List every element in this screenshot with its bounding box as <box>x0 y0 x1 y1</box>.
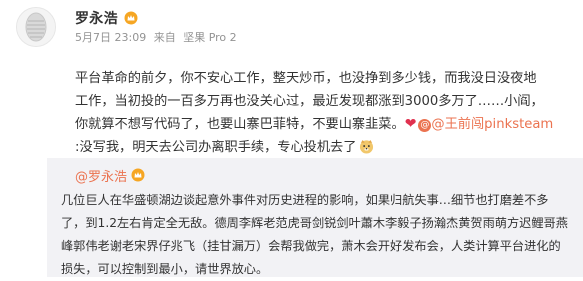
source-prefix: 来自 <box>153 31 176 44</box>
doge-emoji-icon <box>360 139 374 154</box>
heart-emoji-icon: ❤ <box>404 116 417 132</box>
author-row: 罗永浩 <box>75 9 138 27</box>
post-text-segment: 没写我，明天去公司办离职手续，专心投机去了 <box>79 140 357 155</box>
repost-text-line: 损失，可以控制到最小，请世界放心。 <box>61 262 269 276</box>
avatar-image <box>17 8 55 46</box>
post-text-line: 平台革命的前夕，你不安心工作，整天炒币，也没挣到多少钱，而我没日没夜地 <box>75 71 537 86</box>
post-text-line: 你就算不想写代码了，也要山寨巴菲特，不要山寨韭菜。❤ @ @王前闯pinksteam <box>75 113 575 136</box>
vip-crown-badge-icon[interactable] <box>131 168 145 182</box>
mention-link[interactable]: @王前闯pinksteam <box>431 117 553 132</box>
repost-author-link[interactable]: @罗永浩 <box>75 166 127 185</box>
weibo-post: 罗永浩 5月7日 23:09 来自 坚果 Pro 2 平台革命的前夕，你不安心工… <box>0 0 583 158</box>
repost-header: @罗永浩 <box>75 166 145 185</box>
reposted-post[interactable]: @罗永浩 几位巨人在华盛顿湖边谈起意外事件对历史进程的影响，如果归航失事…细节也… <box>47 158 583 277</box>
repost-text-line: 峰郭伟老谢老宋界仔兆飞（挂甘漏万）会帮我做完，萧木会开好发布会，人类计算平台进化… <box>61 239 561 253</box>
repost-text: 几位巨人在华盛顿湖边谈起意外事件对历史进程的影响，如果归航失事…细节也打磨差不多… <box>61 189 579 281</box>
post-text-segment: 你就算不想写代码了，也要山寨巴菲特，不要山寨韭菜。 <box>75 117 405 132</box>
avatar[interactable] <box>16 7 56 47</box>
repost-text-line: 了，到1.2左右肯定全无敌。德周李辉老范虎哥剑锐剑叶蕭木李毅子扬瀚杰黄贺雨萌方迟… <box>61 216 568 230</box>
repost-text-line: 几位巨人在华盛顿湖边谈起意外事件对历史进程的影响，如果归航失事…细节也打磨差不多 <box>61 193 549 207</box>
post-text-line: 工作，当初投的一百多万再也没关心过，最近发现都涨到3000多万了……小阎， <box>75 94 544 109</box>
author-name[interactable]: 罗永浩 <box>75 8 118 28</box>
at-mention-icon: @ <box>418 119 432 132</box>
post-timestamp[interactable]: 5月7日 23:09 <box>75 31 146 44</box>
post-source[interactable]: 坚果 Pro 2 <box>183 31 236 44</box>
post-text-line: :没写我，明天去公司办离职手续，专心投机去了 <box>75 136 575 159</box>
post-meta: 5月7日 23:09 来自 坚果 Pro 2 <box>75 29 241 45</box>
post-text: 平台革命的前夕，你不安心工作，整天炒币，也没挣到多少钱，而我没日没夜地 工作，当… <box>75 67 575 159</box>
vip-crown-badge-icon[interactable] <box>124 11 138 25</box>
